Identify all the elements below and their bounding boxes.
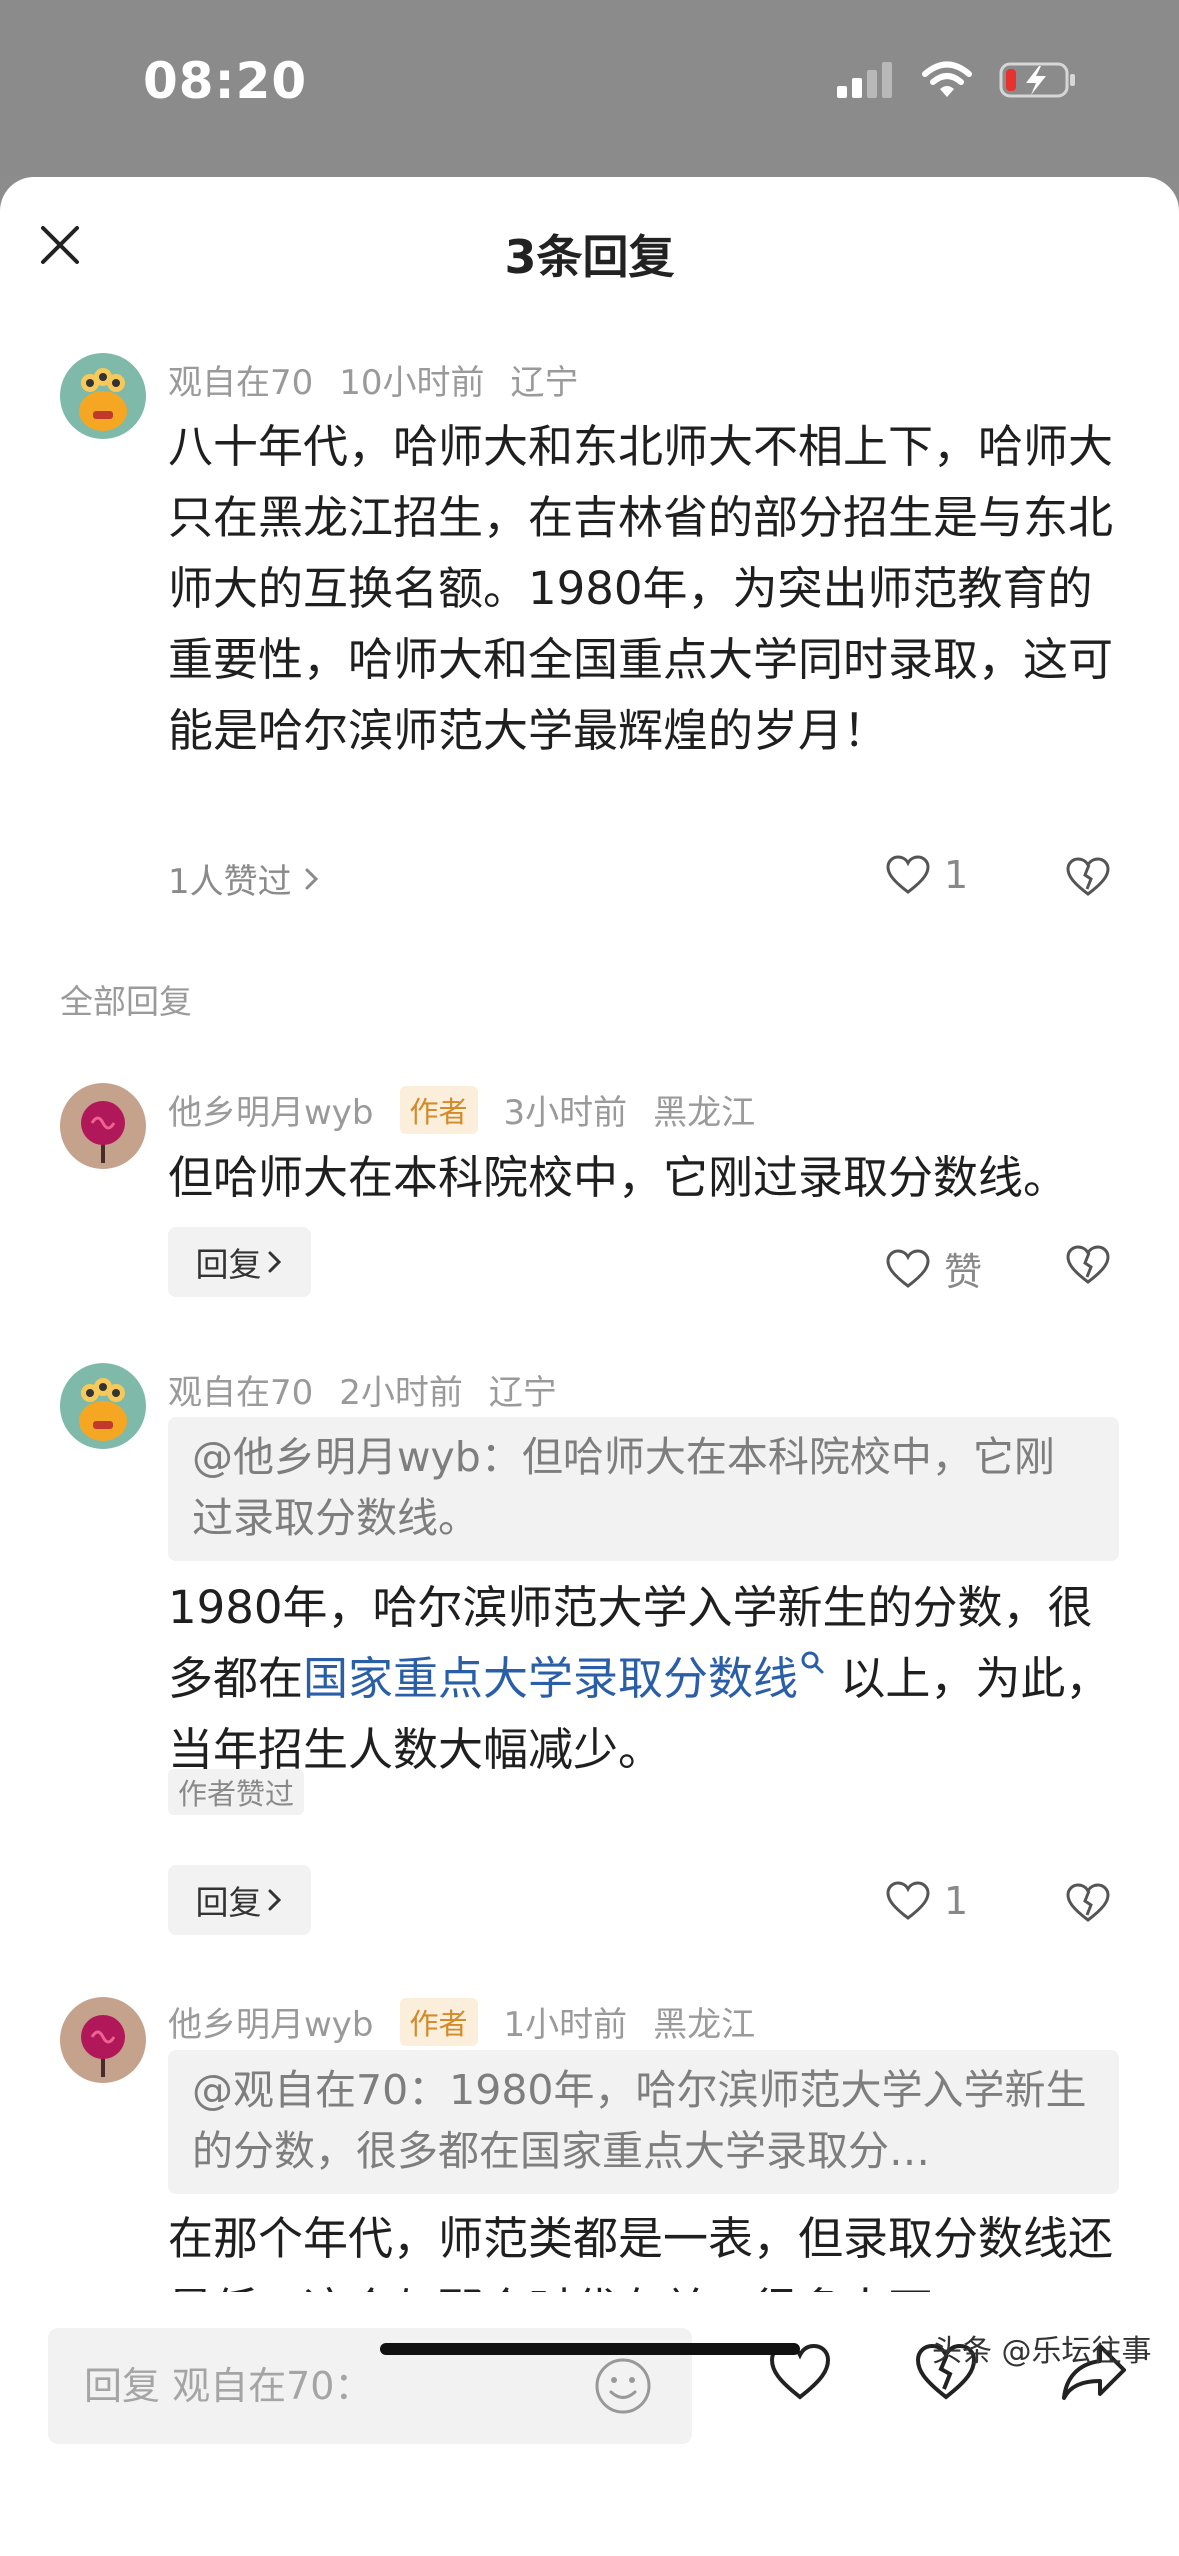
comment-location: 黑龙江 (653, 2005, 756, 2045)
monster-avatar-icon (79, 1378, 127, 1441)
chevron-right-icon (305, 868, 318, 889)
flower-avatar-icon (81, 1101, 125, 1163)
comment-location: 黑龙江 (653, 1093, 756, 1133)
search-link[interactable]: 国家重点大学录取分数线 (303, 1651, 826, 1705)
heart-icon (886, 1881, 930, 1920)
chevron-right-icon (268, 1251, 281, 1273)
like-button[interactable]: 1 (886, 1879, 968, 1923)
battery-charging-icon (999, 62, 1075, 98)
like-count: 1 (944, 853, 969, 897)
sheet-title: 3条回复 (504, 230, 675, 284)
comment-location: 辽宁 (510, 363, 579, 403)
broken-heart-icon[interactable] (1066, 1245, 1110, 1285)
wifi-icon (922, 61, 972, 97)
username[interactable]: 他乡明月wyb (168, 1085, 374, 1134)
comment-meta: 观自在70 10小时前 辽宁 (168, 355, 605, 404)
like-label: 赞 (944, 1250, 983, 1294)
watermark: 头条 @乐坛往事 (932, 2334, 1152, 2369)
broken-heart-icon[interactable] (1066, 857, 1110, 897)
username[interactable]: 他乡明月wyb (168, 1997, 374, 2046)
quoted-reply[interactable]: @观自在70：1980年，哈尔滨师范大学入学新生的分数，很多都在国家重点大学录取… (168, 2050, 1119, 2194)
author-badge: 作者 (399, 1997, 478, 2046)
like-count: 1 (944, 1879, 969, 1923)
username[interactable]: 观自在70 (168, 1365, 313, 1414)
comment-text: 1980年，哈尔滨师范大学入学新生的分数，很多都在国家重点大学录取分数线 以上，… (168, 1572, 1118, 1785)
reply-button-label: 回复 (195, 1245, 262, 1284)
status-time: 08:20 (143, 52, 308, 110)
monster-avatar-icon (79, 368, 127, 431)
comment-meta: 他乡明月wyb 作者 3小时前 黑龙江 (168, 1085, 781, 1134)
liked-by-link[interactable]: 1人赞过 (168, 854, 322, 903)
broken-heart-icon[interactable] (1066, 1883, 1110, 1923)
search-link-text: 国家重点大学录取分数线 (303, 1652, 799, 1705)
username[interactable]: 观自在70 (168, 355, 313, 404)
quoted-reply[interactable]: @他乡明月wyb：但哈师大在本科院校中，它刚过录取分数线。 (168, 1417, 1119, 1561)
author-badge: 作者 (399, 1085, 478, 1134)
liked-by-text: 1人赞过 (168, 862, 292, 902)
home-indicator[interactable] (380, 2343, 800, 2355)
comment-time: 10小时前 (339, 363, 485, 403)
comment-meta: 他乡明月wyb 作者 1小时前 黑龙江 (168, 1997, 781, 2046)
avatar[interactable] (60, 353, 146, 439)
chevron-right-icon (268, 1889, 281, 1911)
heart-icon (886, 855, 930, 894)
comment-time: 1小时前 (503, 2005, 628, 2045)
all-replies-label: 全部回复 (60, 982, 192, 1021)
comment-time: 2小时前 (339, 1373, 463, 1413)
comment-text: 但哈师大在本科院校中，它刚过录取分数线。 (168, 1151, 1069, 1204)
replies-sheet: 3条回复 观自在70 10小时前 辽宁 八十年代，哈师大和东北师大不相上下，哈师… (0, 177, 1179, 2556)
comment-text: 八十年代，哈师大和东北师大不相上下，哈师大只在黑龙江招生，在吉林省的部分招生是与… (168, 420, 1114, 757)
avatar[interactable] (60, 1083, 146, 1169)
sheet-header: 3条回复 (0, 177, 1179, 327)
reply-button-label: 回复 (195, 1883, 262, 1922)
like-button[interactable]: 赞 (886, 1241, 982, 1296)
status-bar: 08:20 (0, 0, 1179, 175)
avatar[interactable] (60, 1363, 146, 1449)
author-liked-badge: 作者赞过 (168, 1769, 305, 1815)
comment-location: 辽宁 (488, 1373, 557, 1413)
heart-icon (886, 1248, 930, 1288)
search-icon (801, 1651, 824, 1674)
avatar[interactable] (60, 1997, 146, 2083)
flower-avatar-icon (81, 2015, 125, 2077)
cellular-signal-icon (837, 62, 892, 98)
comment-meta: 观自在70 2小时前 辽宁 (168, 1365, 583, 1414)
status-icons (837, 60, 1079, 100)
reply-button[interactable]: 回复 (168, 1865, 311, 1935)
like-button[interactable]: 1 (886, 853, 968, 897)
emoji-icon[interactable] (594, 2357, 652, 2415)
comment-time: 3小时前 (503, 1093, 628, 1133)
reply-button[interactable]: 回复 (168, 1227, 311, 1297)
